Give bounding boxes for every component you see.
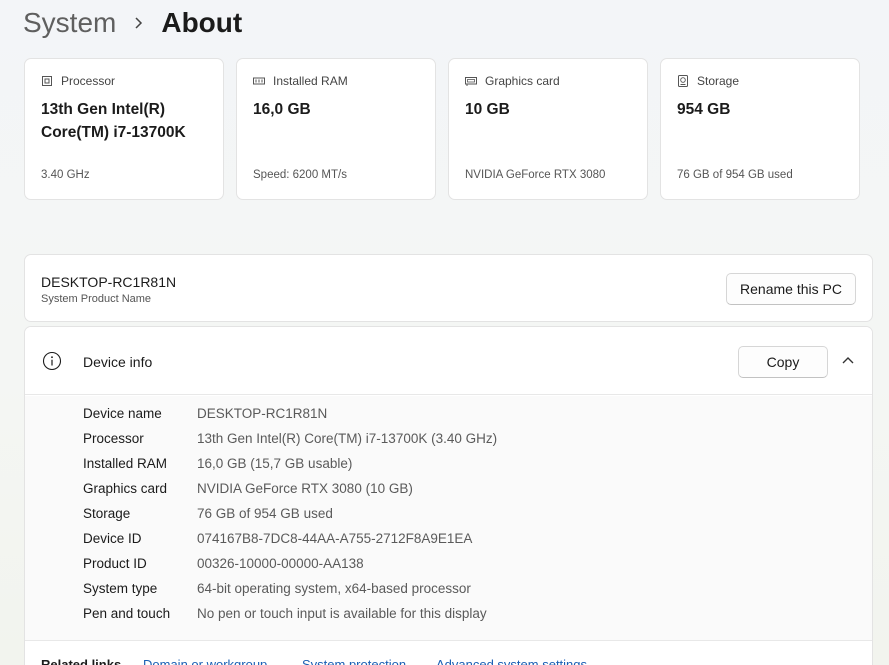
spec-card-graphics: Graphics card 10 GB NVIDIA GeForce RTX 3…: [448, 58, 648, 200]
device-info-row: Storage 76 GB of 954 GB used: [83, 506, 333, 526]
info-icon: [42, 351, 62, 371]
spec-sub: Speed: 6200 MT/s: [253, 169, 347, 181]
row-value: 13th Gen Intel(R) Core(TM) i7-13700K (3.…: [197, 431, 498, 446]
device-info-row: Graphics card NVIDIA GeForce RTX 3080 (1…: [83, 481, 413, 501]
related-links-bar: Related links Domain or workgroup System…: [25, 640, 872, 665]
device-info-row: Device name DESKTOP-RC1R81N: [83, 406, 327, 426]
row-label: Installed RAM: [83, 456, 168, 471]
chevron-right-icon: [134, 16, 143, 30]
row-label: Product ID: [83, 556, 147, 571]
breadcrumb: System About: [23, 5, 242, 41]
spec-label: Graphics card: [485, 74, 560, 88]
row-label: Device ID: [83, 531, 142, 546]
device-info-row: System type 64-bit operating system, x64…: [83, 581, 471, 601]
pc-name-card: DESKTOP-RC1R81N System Product Name Rena…: [24, 254, 873, 322]
spec-sub: 3.40 GHz: [41, 169, 90, 181]
spec-sub: NVIDIA GeForce RTX 3080: [465, 169, 606, 181]
link-system-protection[interactable]: System protection: [302, 657, 406, 665]
row-value: 074167B8-7DC8-44AA-A755-2712F8A9E1EA: [197, 531, 473, 546]
device-info-header[interactable]: Device info Copy: [25, 327, 872, 395]
graphics-card-icon: [465, 75, 477, 87]
row-value: 00326-10000-00000-AA138: [197, 556, 364, 571]
spec-label: Installed RAM: [273, 74, 348, 88]
row-value: DESKTOP-RC1R81N: [197, 406, 328, 421]
device-info-row: Processor 13th Gen Intel(R) Core(TM) i7-…: [83, 431, 497, 451]
row-label: System type: [83, 581, 158, 596]
spec-value: 954 GB: [677, 101, 731, 118]
chevron-up-icon[interactable]: [841, 355, 855, 367]
ram-icon: [253, 75, 265, 87]
device-info-card: Device info Copy Device name DESKTOP-RC1…: [24, 326, 873, 665]
link-domain-or-workgroup[interactable]: Domain or workgroup: [143, 657, 267, 665]
row-value: NVIDIA GeForce RTX 3080 (10 GB): [197, 481, 413, 496]
row-label: Storage: [83, 506, 131, 521]
row-label: Processor: [83, 431, 144, 446]
row-label: Device name: [83, 406, 162, 421]
pc-name: DESKTOP-RC1R81N: [41, 274, 177, 290]
spec-card-ram: Installed RAM 16,0 GB Speed: 6200 MT/s: [236, 58, 436, 200]
device-info-row: Device ID 074167B8-7DC8-44AA-A755-2712F8…: [83, 531, 472, 551]
spec-sub: 76 GB of 954 GB used: [677, 169, 793, 181]
spec-label: Storage: [697, 74, 740, 88]
row-label: Pen and touch: [83, 606, 171, 621]
related-links-label: Related links: [41, 657, 122, 665]
row-value: No pen or touch input is available for t…: [197, 606, 487, 621]
spec-card-storage: Storage 954 GB 76 GB of 954 GB used: [660, 58, 860, 200]
processor-icon: [41, 75, 53, 87]
row-label: Graphics card: [83, 481, 168, 496]
spec-value: 16,0 GB: [253, 101, 311, 118]
device-info-row: Product ID 00326-10000-00000-AA138: [83, 556, 364, 576]
device-info-row: Pen and touch No pen or touch input is a…: [83, 606, 487, 626]
device-info-title: Device info: [83, 354, 153, 370]
page-title: About: [161, 7, 243, 38]
copy-button[interactable]: Copy: [738, 346, 828, 378]
row-value: 16,0 GB (15,7 GB usable): [197, 456, 353, 471]
device-info-body: Device name DESKTOP-RC1R81N Processor 13…: [25, 396, 872, 640]
spec-value: 13th Gen Intel(R) Core(TM) i7-13700K: [41, 101, 186, 141]
spec-card-processor: Processor 13th Gen Intel(R) Core(TM) i7-…: [24, 58, 224, 200]
breadcrumb-system-link[interactable]: System: [23, 7, 116, 39]
device-info-row: Installed RAM 16,0 GB (15,7 GB usable): [83, 456, 352, 476]
link-advanced-system-settings[interactable]: Advanced system settings: [436, 657, 587, 665]
row-value: 64-bit operating system, x64-based proce…: [197, 581, 471, 596]
rename-pc-button[interactable]: Rename this PC: [726, 273, 856, 305]
row-value: 76 GB of 954 GB used: [197, 506, 333, 521]
spec-label: Processor: [61, 74, 116, 88]
pc-name-subtitle: System Product Name: [41, 293, 152, 305]
spec-value: 10 GB: [465, 101, 510, 118]
storage-icon: [677, 75, 689, 87]
